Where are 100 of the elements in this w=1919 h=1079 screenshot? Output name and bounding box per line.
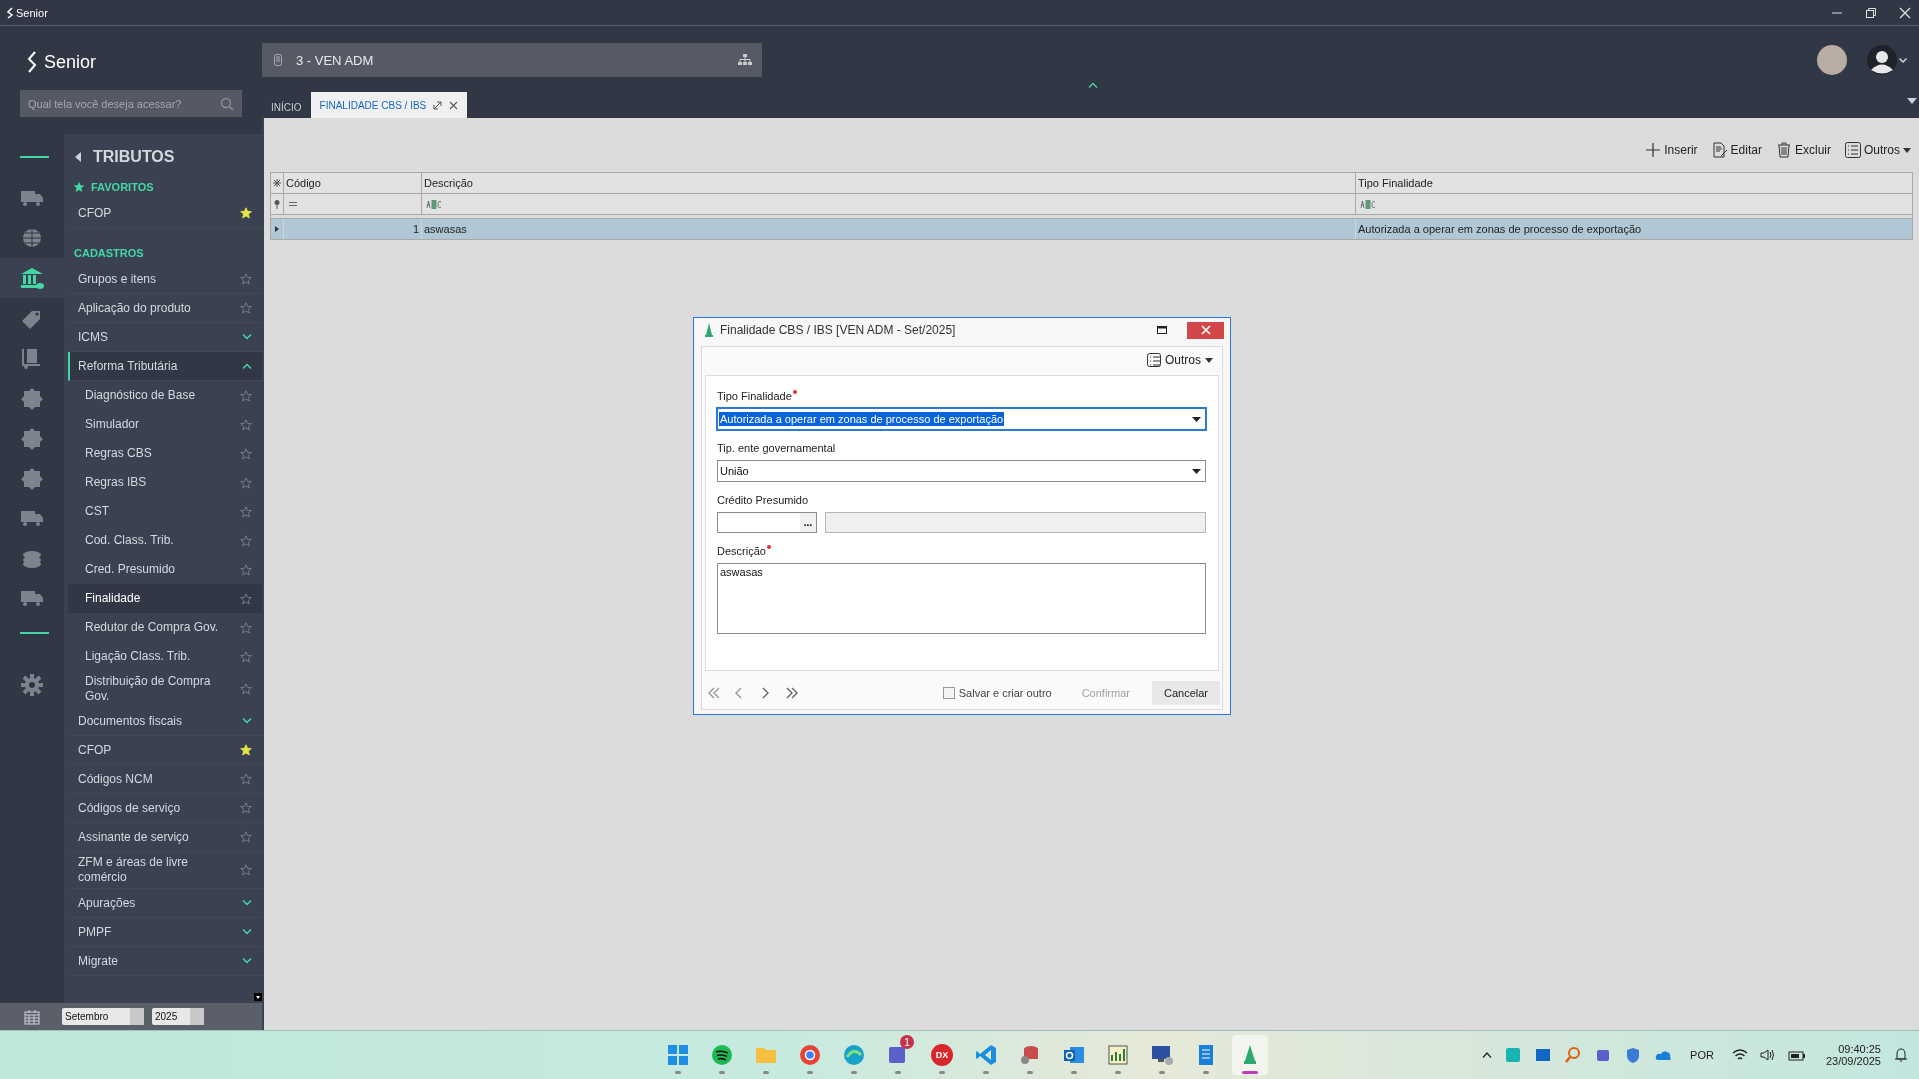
caret-down-icon[interactable] — [1899, 57, 1907, 63]
dropdown-field[interactable]: União — [717, 460, 1206, 482]
first-icon[interactable] — [706, 687, 722, 699]
chevron-down-icon[interactable] — [242, 929, 252, 935]
tab[interactable]: FINALIDADE CBS / IBS — [310, 92, 468, 118]
app-button[interactable]: DX — [931, 1044, 953, 1066]
menu-item[interactable]: Regras CBS — [85, 446, 152, 461]
scroll-down-icon[interactable] — [254, 993, 262, 1001]
menu-item[interactable]: Ligação Class. Trib. — [85, 649, 191, 664]
magnifier-icon[interactable] — [1564, 1046, 1583, 1064]
dropdown-field[interactable]: Autorizada a operar em zonas de processo de exportação — [717, 408, 1206, 430]
star-icon[interactable] — [240, 534, 252, 547]
toolbar-button[interactable]: Editar — [1711, 142, 1762, 158]
menu-item[interactable]: Códigos NCM — [78, 771, 153, 787]
settings-icon[interactable] — [18, 671, 46, 697]
lookup-field[interactable]: ... — [717, 512, 817, 533]
text-area[interactable]: aswasas — [717, 563, 1206, 634]
star-icon[interactable] — [240, 802, 252, 814]
clock-time[interactable]: 09:40:25 — [1838, 1043, 1881, 1055]
star-icon[interactable] — [240, 621, 252, 634]
browser-icon[interactable] — [798, 1043, 822, 1067]
user-icon[interactable] — [1867, 45, 1897, 75]
menu-item[interactable]: Redutor de Compra Gov. — [85, 620, 219, 635]
chevron-down-icon[interactable] — [242, 334, 252, 340]
speaker-icon[interactable] — [1759, 1048, 1776, 1062]
star-icon[interactable] — [240, 773, 252, 785]
month-select[interactable]: Setembro — [62, 1008, 144, 1025]
menu-item[interactable]: CFOP — [78, 205, 112, 221]
last-icon[interactable] — [784, 687, 800, 699]
back-icon[interactable] — [75, 152, 81, 162]
column-header[interactable]: Código — [283, 173, 421, 193]
browse-button[interactable]: ... — [800, 513, 816, 532]
chevron-down-icon[interactable] — [242, 958, 252, 964]
menu-item[interactable]: Assinante de serviço — [78, 829, 189, 845]
browser-icon[interactable] — [842, 1043, 866, 1067]
close-icon[interactable] — [449, 100, 459, 110]
toolbar-button[interactable]: Excluir — [1775, 142, 1831, 158]
calendar-icon[interactable] — [24, 1008, 40, 1025]
filter-icon — [272, 199, 282, 209]
menu-item[interactable]: Finalidade — [85, 591, 141, 606]
collapse-icon[interactable] — [1088, 82, 1098, 88]
menu-item[interactable]: Regras IBS — [85, 475, 147, 490]
tab[interactable]: INÍCIO — [262, 96, 311, 118]
menu-item[interactable]: CST — [85, 504, 109, 519]
menu-item[interactable]: Aplicação do produto — [78, 300, 191, 316]
menu-group[interactable]: Reforma Tributária — [68, 352, 262, 381]
clock-date[interactable]: 23/09/2025 — [1825, 1055, 1881, 1067]
star-icon[interactable] — [240, 447, 252, 460]
popout-icon[interactable] — [433, 100, 443, 110]
battery-icon[interactable] — [1787, 1049, 1806, 1061]
chart-icon[interactable] — [1106, 1043, 1130, 1067]
menu-button[interactable]: Outros — [1141, 352, 1219, 368]
menu-item[interactable]: Cod. Class. Trib. — [85, 533, 174, 548]
star-icon[interactable] — [240, 476, 252, 489]
column-header[interactable]: Tipo Finalidade — [1355, 173, 1912, 193]
close-button[interactable] — [1187, 321, 1224, 339]
notification-icon[interactable] — [1893, 1047, 1909, 1063]
star-icon[interactable] — [240, 418, 252, 431]
menu-item[interactable]: Diagnóstico de Base — [85, 388, 196, 403]
chevron-up-icon[interactable] — [242, 363, 252, 369]
expand-icon[interactable] — [1907, 98, 1917, 104]
star-icon[interactable] — [240, 650, 252, 663]
menu-item[interactable]: ZFM e áreas de livre comércio — [78, 855, 218, 885]
bank-icon[interactable] — [18, 265, 46, 291]
code-editor-icon[interactable] — [974, 1043, 998, 1067]
menu-item[interactable]: Simulador — [85, 417, 140, 432]
menu-item[interactable]: Cred. Presumido — [85, 562, 176, 577]
table-cell: aswasas — [421, 219, 1355, 239]
menu-item[interactable]: Grupos e itens — [78, 271, 157, 287]
star-icon[interactable] — [240, 273, 252, 285]
toolbar-button[interactable]: Inserir — [1645, 142, 1698, 158]
chevron-up-icon[interactable] — [1482, 1052, 1493, 1058]
restore-icon[interactable] — [1865, 6, 1877, 19]
menu-item[interactable]: Códigos de serviço — [78, 800, 181, 816]
chevron-down-icon[interactable] — [242, 900, 252, 906]
company-selector[interactable]: 3 - VEN ADM — [262, 43, 762, 77]
star-icon[interactable] — [240, 505, 252, 518]
maximize-icon[interactable] — [1157, 326, 1167, 334]
sound-waves-icon[interactable] — [710, 1043, 734, 1067]
chevron-down-icon[interactable] — [242, 718, 252, 724]
star-icon[interactable] — [240, 389, 252, 402]
search-field[interactable]: Qual tela você deseja acessar? — [20, 90, 242, 117]
monitor-icon[interactable] — [1150, 1043, 1174, 1067]
toolbar-button[interactable]: Outros — [1845, 142, 1911, 158]
star-icon[interactable] — [240, 302, 252, 314]
menu-item[interactable]: CFOP — [78, 742, 112, 758]
star-icon[interactable] — [240, 592, 252, 605]
avatar-placeholder[interactable] — [1817, 45, 1847, 75]
column-header[interactable]: Descrição — [421, 173, 1355, 193]
star-icon[interactable] — [240, 864, 252, 876]
year-select[interactable]: 2025 — [152, 1008, 204, 1025]
star-icon[interactable] — [240, 563, 252, 576]
checkbox[interactable] — [942, 687, 955, 699]
tiles-icon[interactable] — [666, 1043, 690, 1067]
menu-item[interactable]: Distribuição de Compra Gov. — [85, 674, 225, 704]
language-indicator[interactable]: POR — [1690, 1049, 1714, 1061]
dialog-button[interactable]: Cancelar — [1151, 681, 1220, 705]
wifi-icon[interactable] — [1731, 1048, 1748, 1062]
star-icon[interactable] — [240, 683, 252, 695]
star-icon[interactable] — [240, 831, 252, 843]
